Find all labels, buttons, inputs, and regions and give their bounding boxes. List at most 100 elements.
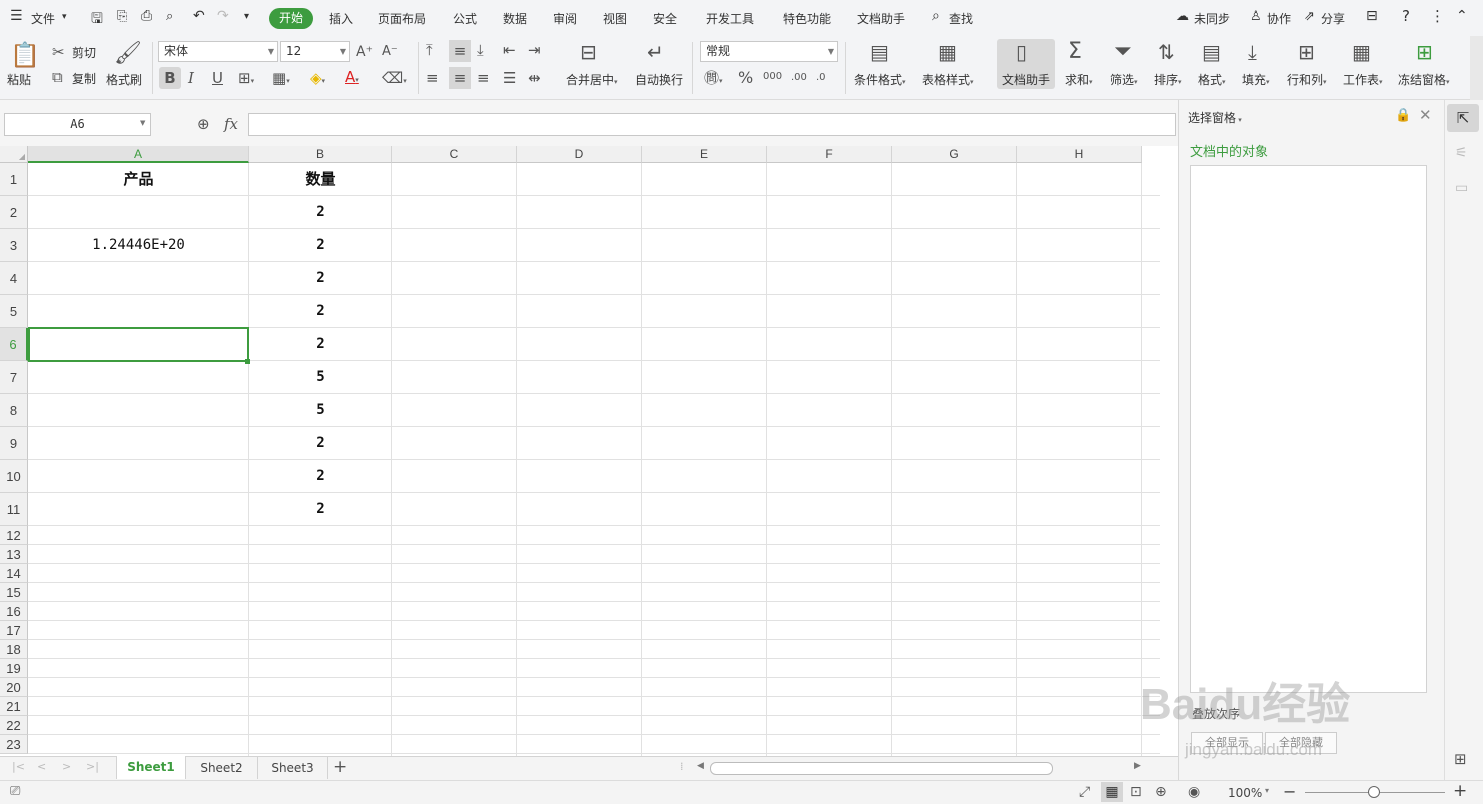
align-center-icon[interactable]: ≡ (449, 67, 471, 89)
tab-page-layout[interactable]: 页面布局 (378, 10, 426, 27)
number-format-select[interactable]: 常规 ▼ (700, 41, 838, 62)
scissors-icon[interactable]: ✂ (52, 44, 65, 60)
align-right-icon[interactable]: ≡ (477, 70, 490, 86)
close-icon[interactable]: ✕ (1419, 106, 1432, 124)
cell-b10[interactable]: 2 (249, 460, 392, 493)
zoom-dropdown-icon[interactable]: ▾ (1265, 786, 1269, 795)
scroll-right-icon[interactable]: ▶ (1134, 761, 1141, 771)
table-style-button[interactable]: 表格样式▾ (922, 71, 974, 88)
cell-b8[interactable]: 5 (249, 394, 392, 427)
bold-icon[interactable]: B (159, 67, 181, 89)
share-button[interactable]: 分享 (1321, 10, 1345, 27)
formula-input[interactable] (248, 113, 1176, 136)
wrap-text-icon[interactable]: ↵ (647, 41, 664, 63)
sum-icon[interactable]: Σ (1068, 40, 1082, 64)
row-header-19[interactable]: 19 (0, 659, 28, 678)
scroll-left-icon[interactable]: ◀ (697, 761, 704, 771)
cell-b5[interactable]: 2 (249, 295, 392, 328)
align-top-icon[interactable]: ⤒ (426, 42, 433, 58)
collaborate-button[interactable]: 协作 (1267, 10, 1291, 27)
quick-access-dropdown-icon[interactable]: ▾ (244, 11, 249, 22)
object-list[interactable] (1190, 165, 1427, 693)
freeze-panes-icon[interactable]: ⊞ (1416, 40, 1433, 64)
currency-icon[interactable]: ㉄▾ (704, 70, 723, 89)
thousands-separator-icon[interactable]: 000 (763, 69, 782, 85)
row-header-9[interactable]: 9 (0, 427, 28, 460)
name-box-dropdown-icon[interactable]: ▼ (140, 119, 145, 127)
splitter-handle[interactable]: ⁞ (680, 760, 684, 773)
clear-icon[interactable]: ⌫▾ (382, 70, 407, 89)
search-button[interactable]: 查找 (949, 10, 973, 27)
stack-order-label[interactable]: 叠放次序 (1192, 705, 1240, 722)
column-header-g[interactable]: G (892, 146, 1017, 163)
last-sheet-icon[interactable]: >| (86, 760, 99, 773)
cell-style-icon[interactable]: ▦▾ (272, 70, 290, 89)
lock-icon[interactable]: 🔒 (1395, 108, 1411, 123)
grid-apps-icon[interactable]: ⊞ (1454, 750, 1467, 768)
cell-b4[interactable]: 2 (249, 262, 392, 295)
column-header-d[interactable]: D (517, 146, 642, 163)
column-header-b[interactable]: B (249, 146, 392, 163)
distribute-icon[interactable]: ⇹ (528, 70, 541, 86)
print-icon[interactable]: ⎙ (141, 8, 152, 24)
merge-center-icon[interactable]: ⊟ (580, 41, 597, 63)
cell-b6[interactable]: 2 (249, 328, 392, 361)
column-header-c[interactable]: C (392, 146, 517, 163)
row-header-18[interactable]: 18 (0, 640, 28, 659)
sheet-tab-1[interactable]: Sheet1 (116, 756, 186, 779)
tab-insert[interactable]: 插入 (329, 10, 353, 27)
justify-icon[interactable]: ☰ (503, 70, 516, 86)
select-cursor-icon[interactable]: ⇱ (1447, 104, 1479, 132)
cell-b9[interactable]: 2 (249, 427, 392, 460)
export-pdf-icon[interactable]: ⎘ (117, 9, 127, 24)
format-painter-icon[interactable]: 🖌 (114, 42, 142, 66)
column-header-e[interactable]: E (642, 146, 767, 163)
cell-a1[interactable]: 产品 (28, 163, 249, 196)
tab-developer[interactable]: 开发工具 (706, 10, 754, 27)
row-header-3[interactable]: 3 (0, 229, 28, 262)
italic-icon[interactable]: I (188, 70, 194, 86)
tab-data[interactable]: 数据 (503, 10, 527, 27)
search-icon[interactable]: ⌕ (932, 8, 940, 24)
row-header-10[interactable]: 10 (0, 460, 28, 493)
eye-protection-icon[interactable]: ◉ (1188, 784, 1200, 800)
hide-all-button[interactable]: 全部隐藏 (1265, 732, 1337, 754)
sync-status[interactable]: 未同步 (1194, 10, 1230, 27)
underline-icon[interactable]: U (212, 70, 223, 86)
insert-function-button[interactable]: fx (224, 115, 238, 133)
cell-b2[interactable]: 2 (249, 196, 392, 229)
horizontal-scrollbar-thumb[interactable] (710, 762, 1053, 775)
row-header-5[interactable]: 5 (0, 295, 28, 328)
cell-b7[interactable]: 5 (249, 361, 392, 394)
filter-button[interactable]: 筛选▾ (1110, 71, 1138, 88)
zoom-out-icon[interactable]: − (1283, 782, 1296, 801)
decrease-indent-icon[interactable]: ⇤ (503, 42, 516, 58)
tab-special-features[interactable]: 特色功能 (783, 10, 831, 27)
menu-file[interactable]: 文件 (31, 10, 55, 27)
increase-font-icon[interactable]: A⁺ (356, 44, 373, 60)
paste-icon[interactable]: 📋 (10, 42, 40, 68)
conditional-format-button[interactable]: 条件格式▾ (854, 71, 906, 88)
first-sheet-icon[interactable]: |< (12, 760, 25, 773)
column-header-h[interactable]: H (1017, 146, 1142, 163)
comment-icon[interactable]: ▭ (1455, 180, 1468, 196)
align-left-icon[interactable]: ≡ (426, 70, 439, 86)
row-header-13[interactable]: 13 (0, 545, 28, 564)
sheet-tab-2[interactable]: Sheet2 (186, 757, 258, 779)
font-size-select[interactable]: 12 ▼ (280, 41, 350, 62)
align-middle-icon[interactable]: ≡ (449, 40, 471, 62)
row-header-12[interactable]: 12 (0, 526, 28, 545)
format-icon[interactable]: ▤ (1202, 40, 1221, 64)
worksheet-icon[interactable]: ▦ (1352, 40, 1371, 64)
selection-pane-title[interactable]: 选择窗格 ▾ (1188, 109, 1242, 126)
zoom-icon[interactable]: ⊕ (197, 115, 210, 133)
share-icon[interactable]: ⇗ (1304, 9, 1315, 24)
collapse-ribbon-icon[interactable]: ⌃ (1456, 8, 1468, 24)
zoom-in-icon[interactable]: + (1453, 781, 1467, 801)
spreadsheet-grid[interactable]: ◢ ABCDEFGH 1 2 3 4 5 6 7 8 9 10 11 12 13 14 15 16 17 18 19… (0, 146, 1160, 756)
format-button[interactable]: 格式▾ (1198, 71, 1226, 88)
selected-cell-a6[interactable] (28, 327, 249, 362)
row-header-16[interactable]: 16 (0, 602, 28, 621)
macro-record-icon[interactable]: ⎚ (10, 784, 20, 799)
ribbon-scrollbar[interactable] (1470, 36, 1483, 100)
